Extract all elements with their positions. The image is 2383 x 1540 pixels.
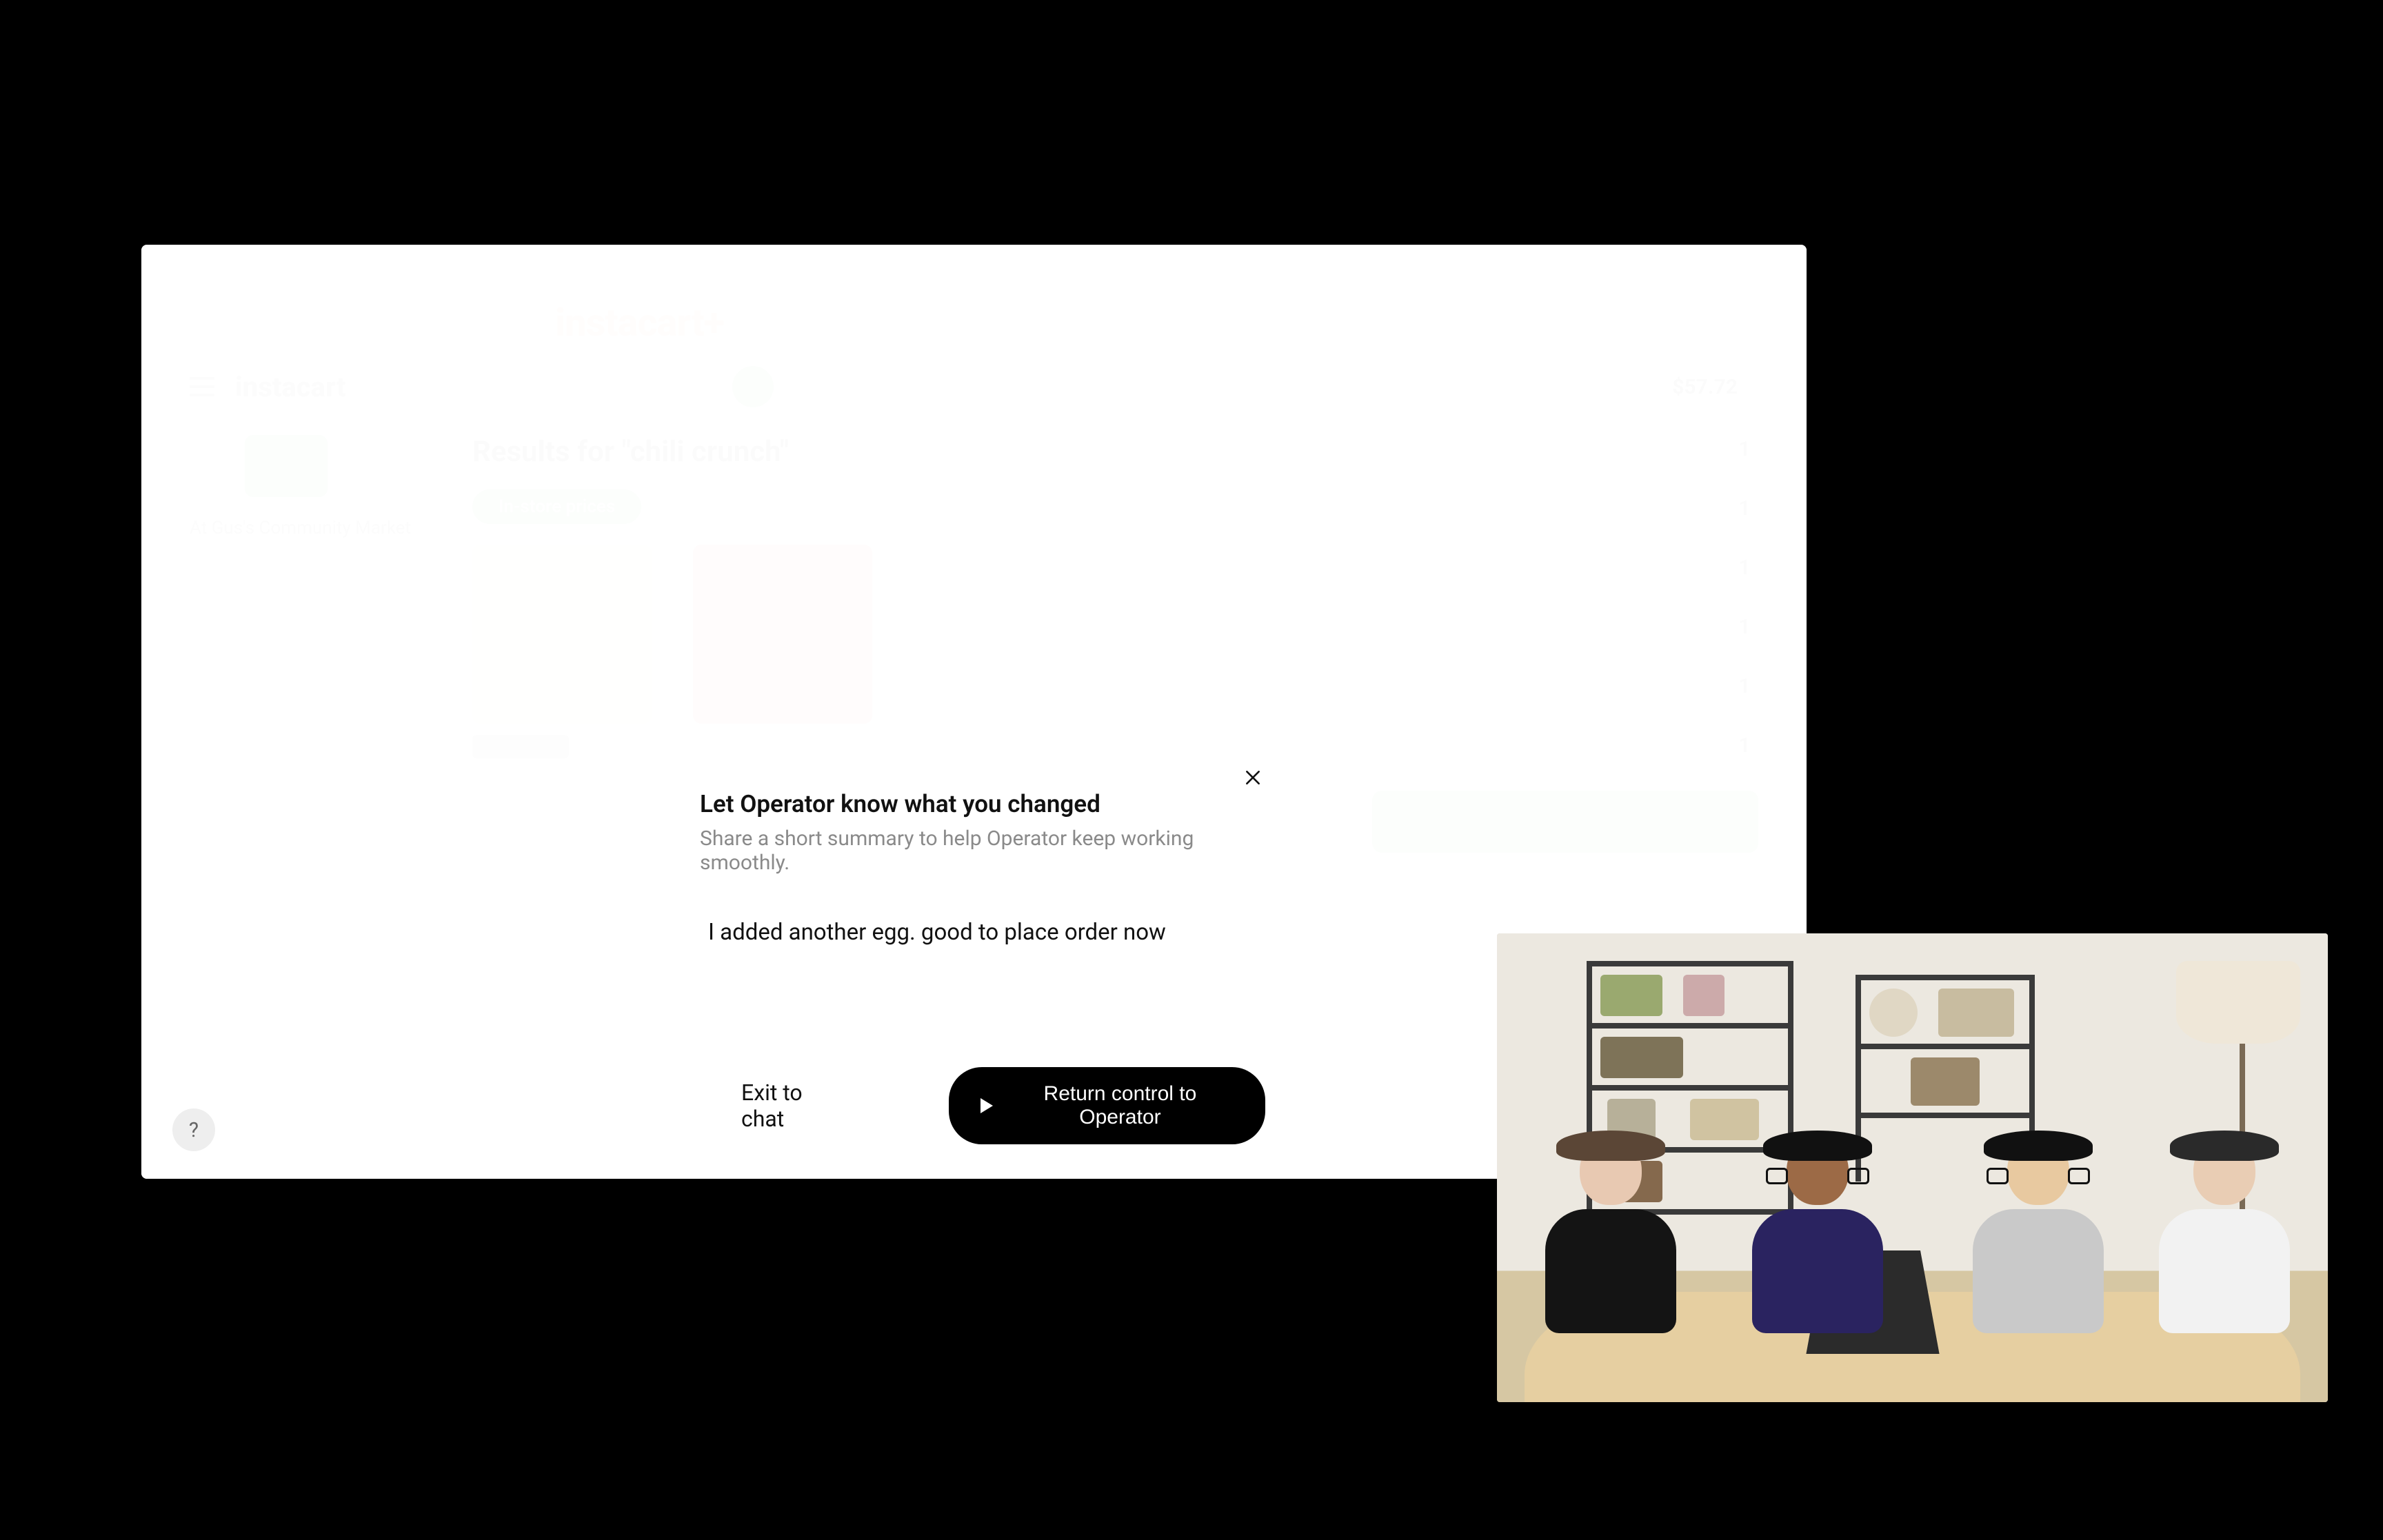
summary-input[interactable] — [700, 915, 1265, 950]
lamp-shade — [2176, 961, 2300, 1044]
modal-title: Let Operator know what you changed — [700, 790, 1265, 818]
return-control-button[interactable]: Return control to Operator — [949, 1067, 1265, 1144]
person — [2159, 1136, 2290, 1333]
play-icon — [981, 1098, 993, 1113]
modal-subtitle: Share a short summary to help Operator k… — [700, 827, 1265, 875]
person — [1545, 1136, 1676, 1333]
help-bubble[interactable]: ? — [172, 1108, 215, 1151]
webcam-pip — [1497, 933, 2328, 1402]
exit-to-chat-link[interactable]: Exit to chat — [741, 1080, 845, 1132]
person — [1752, 1136, 1883, 1333]
handoff-modal: Let Operator know what you changed Share… — [686, 749, 1279, 1179]
close-icon[interactable] — [1238, 762, 1268, 793]
return-control-label: Return control to Operator — [1007, 1082, 1234, 1129]
person — [1973, 1136, 2104, 1333]
summary-input-wrap[interactable] — [700, 915, 1265, 950]
help-bubble-label: ? — [189, 1118, 199, 1142]
